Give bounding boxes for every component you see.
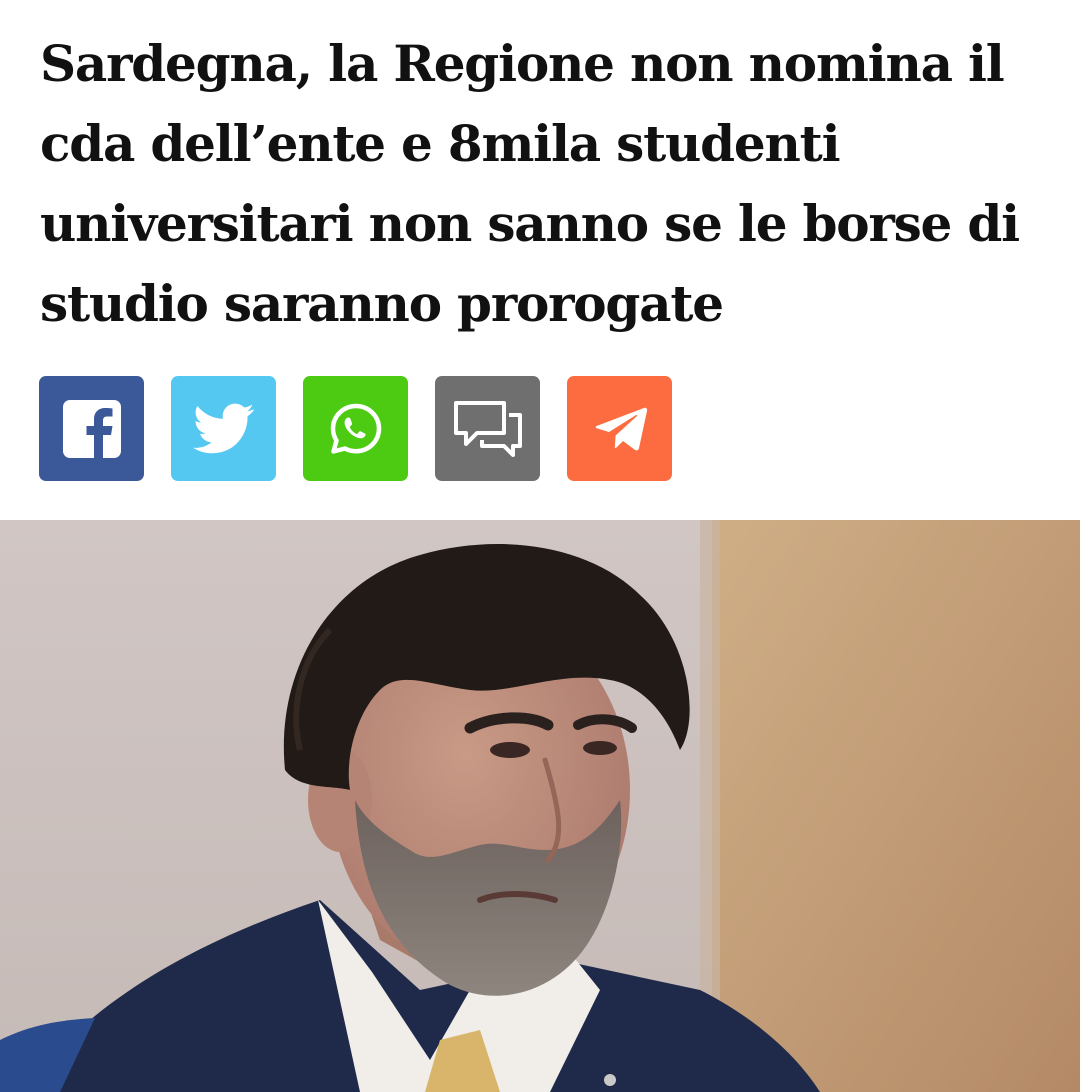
hero-photo (0, 520, 1080, 1092)
twitter-icon (192, 403, 254, 453)
share-buttons (39, 376, 672, 481)
share-twitter-button[interactable] (171, 376, 276, 481)
article-headline: Sardegna, la Regione non nomina il cda d… (40, 34, 1020, 333)
share-whatsapp-button[interactable] (303, 376, 408, 481)
share-telegram-button[interactable] (567, 376, 672, 481)
comments-icon (453, 400, 522, 457)
facebook-icon (62, 399, 121, 458)
whatsapp-icon (330, 403, 381, 454)
portrait-illustration (0, 520, 1080, 1092)
share-facebook-button[interactable] (39, 376, 144, 481)
share-comments-button[interactable] (435, 376, 540, 481)
telegram-icon (593, 407, 647, 450)
